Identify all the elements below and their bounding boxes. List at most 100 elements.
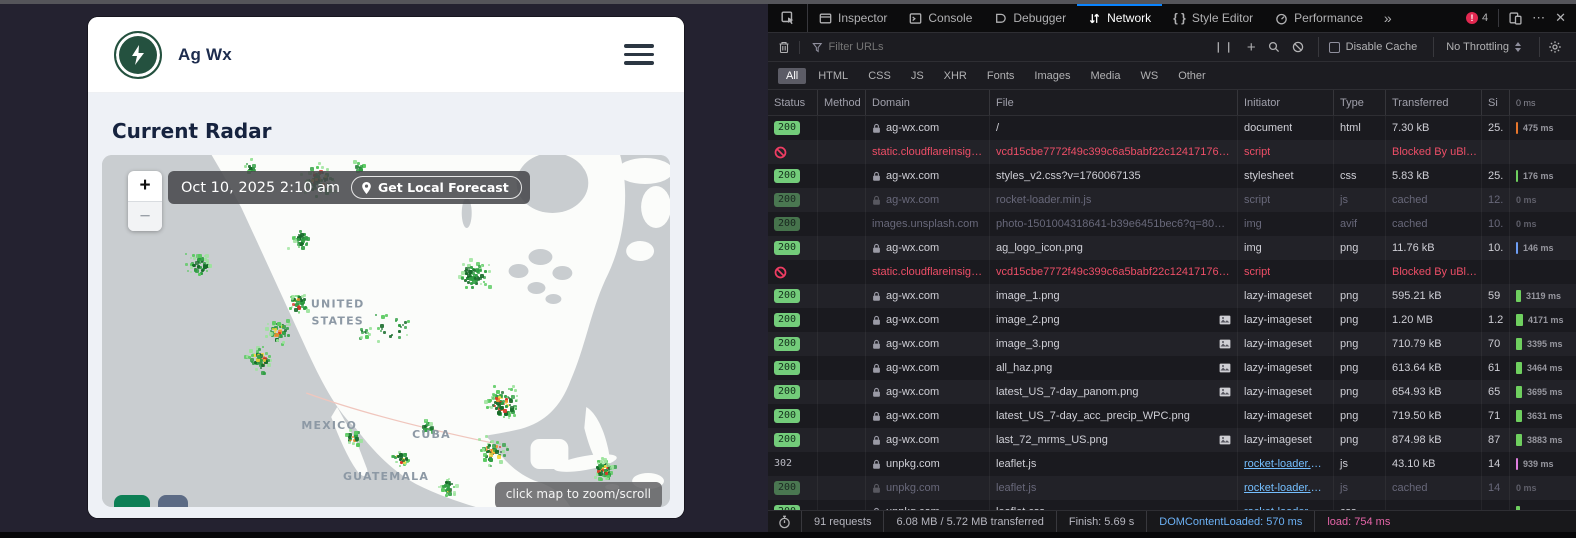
zoom-in-button[interactable]: + <box>128 171 162 201</box>
file-cell: styles_v2.css?v=1760067135 <box>996 164 1231 188</box>
filter-media[interactable]: Media <box>1082 68 1128 84</box>
radar-echo <box>453 493 456 496</box>
network-request-row[interactable]: 200 ag-wx.com styles_v2.css?v=1760067135… <box>768 164 1576 188</box>
filter-css[interactable]: CSS <box>860 68 899 84</box>
radar-echo <box>283 341 285 343</box>
transferred-cell: cached <box>1386 188 1482 212</box>
network-request-row[interactable]: 200 ag-wx.com / document html 7.30 kB 25… <box>768 116 1576 140</box>
network-request-row[interactable]: 200 ag-wx.com image_3.png lazy-imageset … <box>768 332 1576 356</box>
tab-inspector[interactable]: Inspector <box>808 4 898 32</box>
network-request-row[interactable]: static.cloudflareinsight… vcd15cbe7772f4… <box>768 140 1576 164</box>
tab-performance[interactable]: Performance <box>1264 4 1374 32</box>
network-request-row[interactable]: static.cloudflareinsight… vcd15cbe7772f4… <box>768 260 1576 284</box>
radar-echo <box>502 450 505 453</box>
column-header-si[interactable]: Si <box>1482 90 1510 115</box>
radar-echo <box>316 166 319 169</box>
block-request-button[interactable] <box>1292 41 1304 53</box>
map-layer-button-slate[interactable] <box>158 495 188 507</box>
tab-debugger[interactable]: Debugger <box>983 4 1077 32</box>
filter-other[interactable]: Other <box>1170 68 1214 84</box>
network-request-row[interactable]: 200 ag-wx.com all_haz.png lazy-imageset … <box>768 356 1576 380</box>
throttling-dropdown[interactable]: No Throttling <box>1433 37 1533 57</box>
type-cell: png <box>1334 332 1386 356</box>
network-request-row[interactable]: 200 ag-wx.com ag_logo_icon.png img png 1… <box>768 236 1576 260</box>
picker-icon <box>781 11 795 25</box>
network-request-row[interactable]: 200 ag-wx.com rocket-loader.min.js scrip… <box>768 188 1576 212</box>
column-header-domain[interactable]: Domain <box>866 90 990 115</box>
domain-cell: images.unsplash.com <box>872 212 978 236</box>
filter-images[interactable]: Images <box>1026 68 1078 84</box>
error-count-badge[interactable]: ! 4 <box>1466 12 1488 24</box>
filter-xhr[interactable]: XHR <box>936 68 975 84</box>
column-header-waterfall[interactable]: 0 ms <box>1510 90 1576 115</box>
radar-echo <box>516 395 518 397</box>
domain-cell: ag-wx.com <box>886 332 939 356</box>
radar-echo <box>515 400 517 402</box>
network-request-row[interactable]: 200 ag-wx.com image_2.png lazy-imageset … <box>768 308 1576 332</box>
map-layer-button-green[interactable] <box>114 495 150 507</box>
disable-cache-checkbox[interactable] <box>1329 42 1340 53</box>
type-cell: avif <box>1334 212 1386 236</box>
radar-echo <box>301 295 304 298</box>
clear-requests-button[interactable] <box>774 41 800 54</box>
radar-echo <box>377 340 380 343</box>
tab-style-editor[interactable]: { }Style Editor <box>1162 4 1264 32</box>
zoom-out-button[interactable]: − <box>128 201 162 231</box>
filter-html[interactable]: HTML <box>810 68 856 84</box>
pause-traffic-button[interactable]: ❘❘ <box>1214 42 1235 53</box>
new-request-button[interactable]: + <box>1247 40 1256 55</box>
filter-ws[interactable]: WS <box>1132 68 1166 84</box>
column-header-transferred[interactable]: Transferred <box>1386 90 1482 115</box>
waterfall-bar <box>1516 410 1522 422</box>
performance-analysis-button[interactable] <box>768 511 802 532</box>
network-settings-button[interactable] <box>1539 37 1570 57</box>
type-cell: png <box>1334 404 1386 428</box>
tab-network[interactable]: Network <box>1077 4 1162 32</box>
search-button[interactable] <box>1268 41 1280 53</box>
filter-all[interactable]: All <box>778 68 806 84</box>
method-cell <box>818 116 866 140</box>
column-header-status[interactable]: Status <box>768 90 818 115</box>
network-request-row[interactable]: 200 ag-wx.com latest_US_7-day_panom.png … <box>768 380 1576 404</box>
column-header-type[interactable]: Type <box>1334 90 1386 115</box>
radar-echo <box>483 458 487 462</box>
initiator-link[interactable]: rocket-loader.m… <box>1244 452 1327 476</box>
column-header-method[interactable]: Method <box>818 90 866 115</box>
filter-urls-field[interactable] <box>806 41 1200 53</box>
more-tabs-button[interactable]: » <box>1374 4 1402 32</box>
close-devtools-button[interactable]: ✕ <box>1555 10 1566 26</box>
network-request-row[interactable]: 200 ag-wx.com latest_US_7-day_acc_precip… <box>768 404 1576 428</box>
responsive-design-mode-button[interactable] <box>1509 12 1522 25</box>
network-request-row[interactable]: 200 ag-wx.com image_1.png lazy-imageset … <box>768 284 1576 308</box>
transferred-cell: 719.50 kB <box>1386 404 1482 428</box>
tab-console[interactable]: Console <box>898 4 983 32</box>
radar-echo <box>499 446 501 448</box>
site-logo[interactable] <box>114 31 162 79</box>
network-request-row[interactable]: 200 ag-wx.com last_72_mrms_US.png lazy-i… <box>768 428 1576 452</box>
devtools-menu-button[interactable]: ⋯ <box>1532 10 1545 26</box>
network-request-row[interactable]: 200 unpkg.com leaflet.js rocket-loader.m… <box>768 476 1576 500</box>
disable-cache-toggle[interactable]: Disable Cache <box>1318 37 1428 57</box>
element-picker-button[interactable] <box>768 4 808 32</box>
network-request-row[interactable]: 302 unpkg.com leaflet.js rocket-loader.m… <box>768 452 1576 476</box>
column-header-file[interactable]: File <box>990 90 1238 115</box>
type-cell <box>1334 140 1386 164</box>
get-local-forecast-button[interactable]: Get Local Forecast <box>351 176 522 199</box>
method-cell <box>818 452 866 476</box>
filter-fonts[interactable]: Fonts <box>979 68 1023 84</box>
radar-map[interactable]: UNITED STATESMEXICOCUBAGUATEMALA + − Oct… <box>102 155 670 507</box>
column-header-initiator[interactable]: Initiator <box>1238 90 1334 115</box>
error-icon: ! <box>1466 12 1478 24</box>
network-request-list: 200 ag-wx.com / document html 7.30 kB 25… <box>768 116 1576 510</box>
network-request-row[interactable]: 200 unpkg.com leaflet.css rocket-loader.… <box>768 500 1576 510</box>
size-cell <box>1482 260 1510 284</box>
radar-echo <box>398 330 401 333</box>
status-badge: 200 <box>774 193 800 207</box>
initiator-link[interactable]: rocket-loader.m… <box>1244 476 1327 500</box>
filter-js[interactable]: JS <box>903 68 932 84</box>
menu-button[interactable] <box>620 40 658 69</box>
network-request-row[interactable]: 200 images.unsplash.com photo-1501004318… <box>768 212 1576 236</box>
initiator-link[interactable]: rocket-loader.m… <box>1244 500 1327 510</box>
domain-cell: static.cloudflareinsight… <box>872 140 983 164</box>
filter-urls-input[interactable] <box>829 41 1201 53</box>
